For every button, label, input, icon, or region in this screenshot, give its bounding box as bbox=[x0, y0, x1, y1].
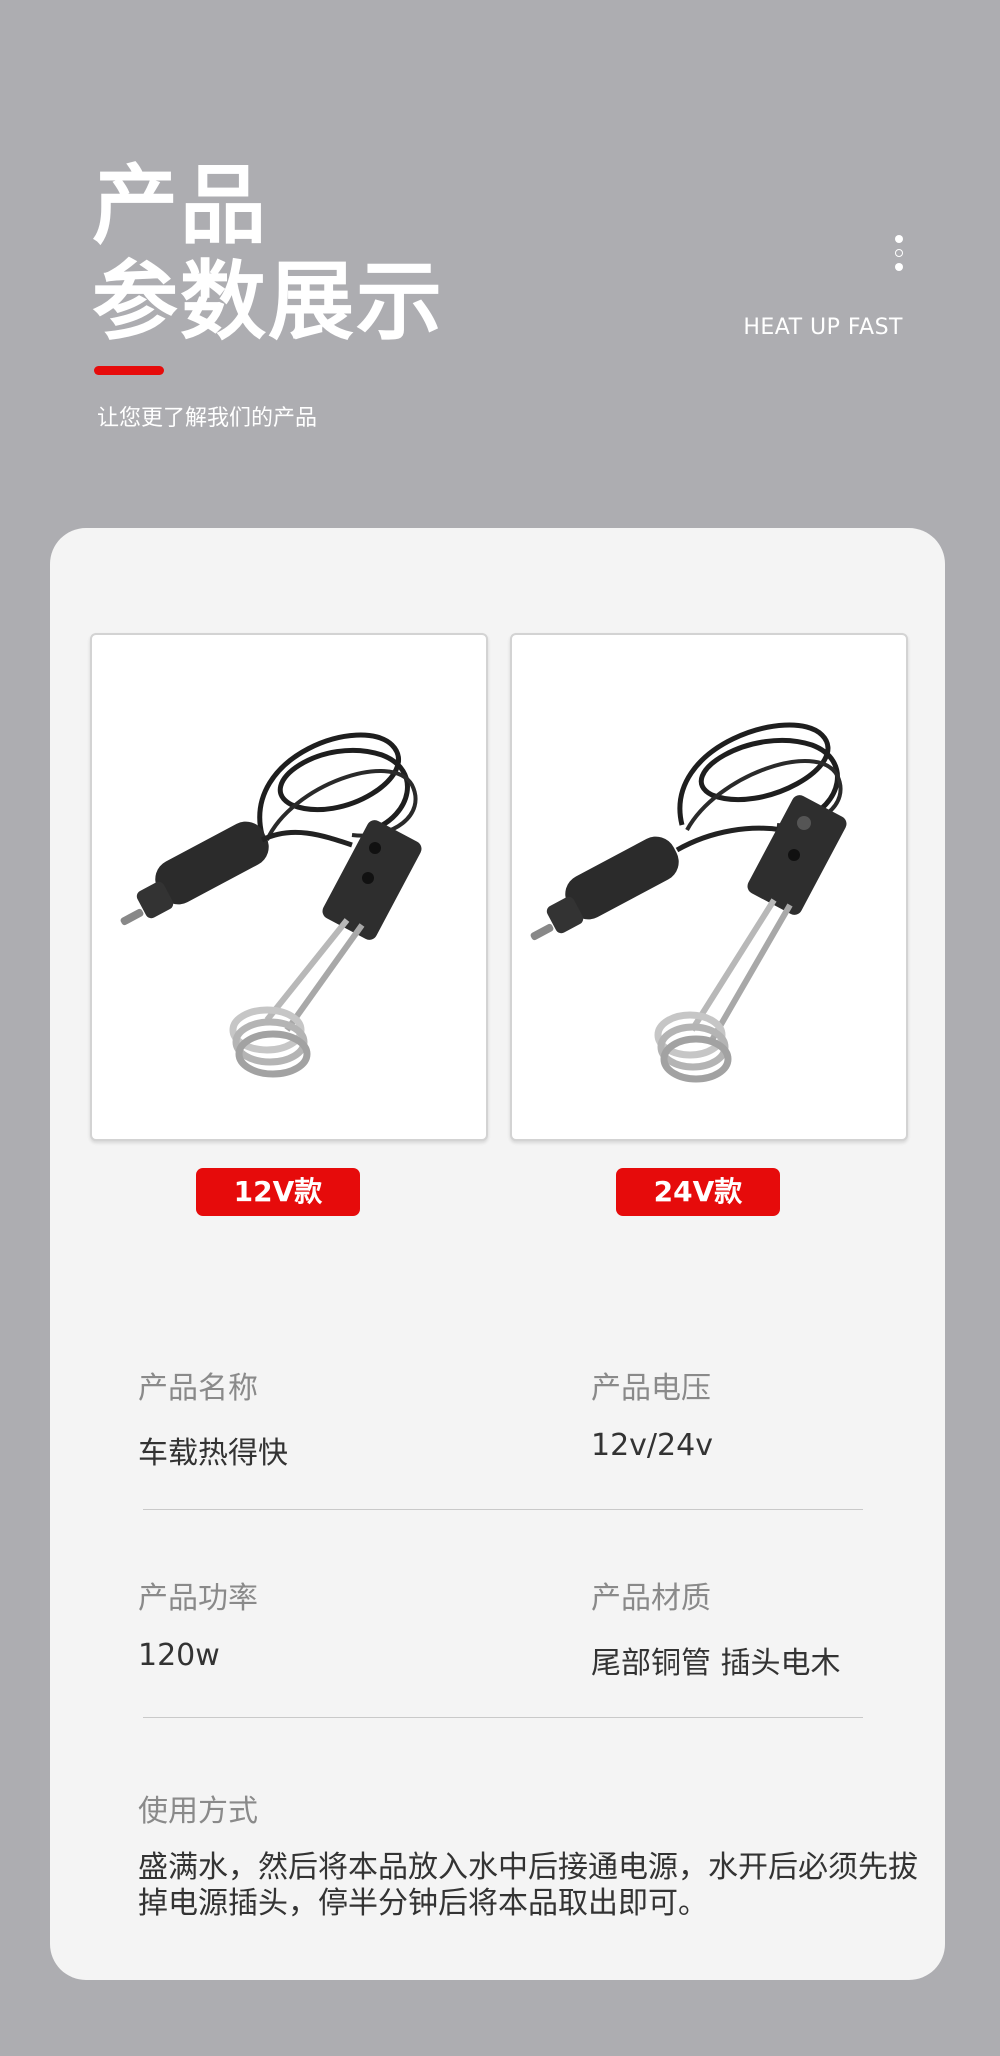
title-line-2: 参数展示 bbox=[92, 252, 444, 352]
page-subtitle: 让您更了解我们的产品 bbox=[97, 406, 318, 431]
spec-label-name: 产品名称 bbox=[138, 1371, 258, 1406]
tagline: HEAT UP FAST bbox=[743, 315, 903, 340]
page-title: 产品 参数展示 bbox=[92, 158, 444, 350]
spec-label-power: 产品功率 bbox=[138, 1581, 258, 1616]
product-photo-24v bbox=[510, 633, 908, 1141]
spec-value-name: 车载热得快 bbox=[138, 1436, 288, 1471]
product-photo-12v bbox=[90, 633, 488, 1141]
spec-label-material: 产品材质 bbox=[591, 1581, 711, 1616]
spec-value-power: 120w bbox=[138, 1638, 220, 1673]
spec-label-usage: 使用方式 bbox=[138, 1794, 258, 1829]
immersion-heater-image bbox=[120, 732, 422, 1078]
spec-label-voltage: 产品电压 bbox=[591, 1371, 711, 1406]
spec-divider-1 bbox=[143, 1509, 863, 1510]
spec-value-material: 尾部铜管 插头电木 bbox=[591, 1646, 841, 1681]
title-line-1: 产品 bbox=[92, 156, 268, 256]
title-accent-bar bbox=[94, 366, 164, 375]
product-tag-12v: 12V款 bbox=[196, 1168, 360, 1216]
immersion-heater-image bbox=[530, 722, 847, 1083]
more-dots-icon bbox=[893, 235, 905, 275]
spec-card: 12V款 24V款 产品名称 车载热得快 产品电压 12v/24v 产品功率 1… bbox=[50, 528, 945, 1980]
spec-value-usage: 盛满水，然后将本品放入水中后接通电源，水开后必须先拔掉电源插头，停半分钟后将本品… bbox=[138, 1850, 918, 1921]
product-tag-24v: 24V款 bbox=[616, 1168, 780, 1216]
spec-divider-2 bbox=[143, 1717, 863, 1718]
spec-value-voltage: 12v/24v bbox=[591, 1428, 713, 1463]
